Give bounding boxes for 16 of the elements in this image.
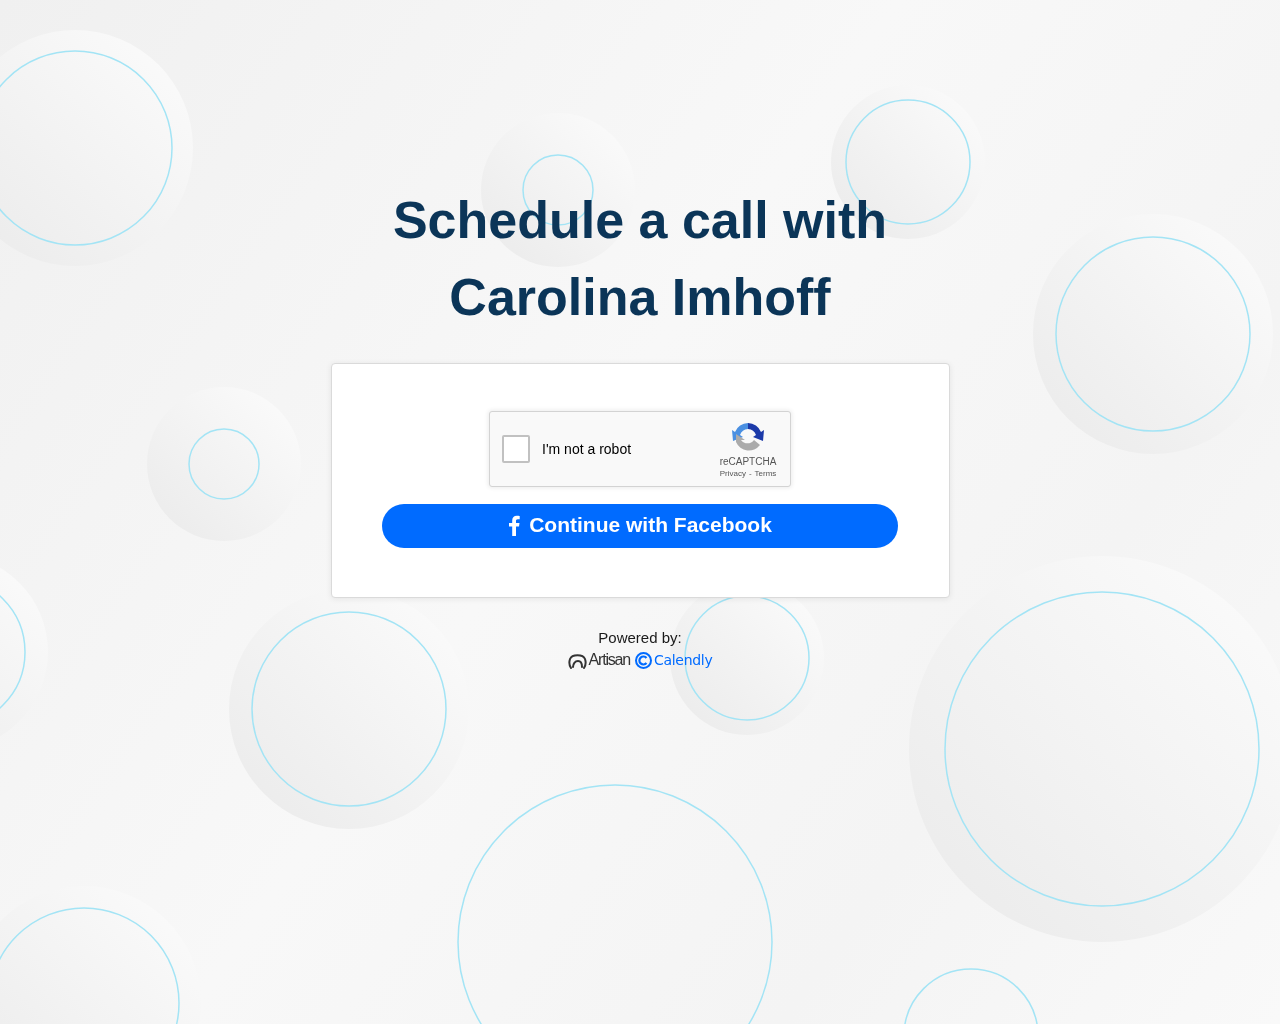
logo-text: Artisan (588, 651, 630, 669)
checkbox[interactable] (502, 435, 530, 463)
footer-link[interactable]: Privacy (719, 469, 746, 479)
facebook-button[interactable]: Continue with Facebook (382, 504, 898, 548)
page-heading: Schedule a call with Carolina Imhoff (392, 191, 888, 326)
arch-icon (567, 651, 587, 669)
recaptcha-label: reCAPTCHA (719, 456, 777, 468)
logo-text: Calendly (654, 652, 713, 668)
letter-c-icon (635, 651, 652, 669)
decorative-circle (188, 428, 260, 500)
link-separator: - (748, 469, 752, 479)
facebook-icon (508, 514, 521, 536)
circular-arrow-icon (732, 421, 764, 453)
powered-by-label: Powered by: (598, 629, 682, 647)
footer-link[interactable]: Terms (754, 469, 777, 479)
checkbox-label: I'm not a robot (542, 441, 633, 457)
